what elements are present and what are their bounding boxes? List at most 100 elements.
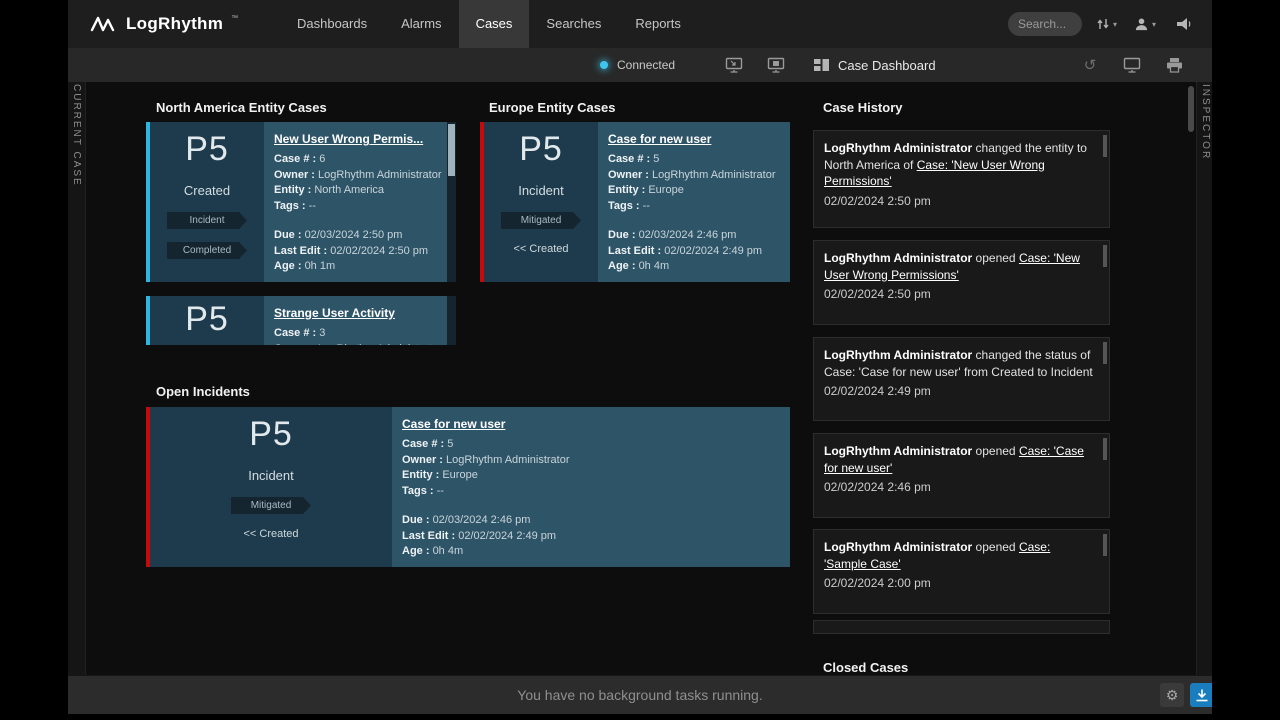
card-scrollbar-thumb[interactable] bbox=[448, 124, 455, 176]
logrhythm-logo: LogRhythm ™ bbox=[90, 0, 238, 48]
field-entity: Entity : Europe bbox=[402, 468, 780, 484]
monitor-arrow-icon[interactable] bbox=[724, 56, 744, 74]
field-label: Owner : bbox=[274, 343, 315, 346]
field-value: 6 bbox=[319, 153, 325, 165]
case-card-case-for-new-user[interactable]: P5 Incident Mitigated << Created Case fo… bbox=[480, 122, 790, 282]
current-case-rail: ▶ CURRENT CASE bbox=[68, 48, 86, 675]
case-history-entry: LogRhythm Administrator changed the stat… bbox=[813, 337, 1110, 421]
inspector-rail: ◀ INSPECTOR bbox=[1196, 48, 1212, 675]
undo-button[interactable]: ↺ bbox=[1080, 56, 1100, 74]
entry-scrollbar-thumb[interactable] bbox=[1103, 342, 1107, 364]
field-value: -- bbox=[643, 200, 650, 212]
field-label: Entity : bbox=[608, 184, 645, 196]
section-heading-north-america: North America Entity Cases bbox=[156, 100, 327, 115]
entry-scrollbar-thumb[interactable] bbox=[1103, 245, 1107, 267]
field-age: Age : 0h 1m bbox=[274, 259, 437, 275]
entry-scrollbar-thumb[interactable] bbox=[1103, 534, 1107, 556]
field-label: Owner : bbox=[608, 169, 649, 181]
field-value: 02/03/2024 2:46 pm bbox=[639, 229, 737, 241]
entry-scrollbar-thumb[interactable] bbox=[1103, 438, 1107, 460]
field-tags: Tags : -- bbox=[274, 199, 437, 215]
chevron-down-icon: ▾ bbox=[1113, 20, 1117, 29]
inspector-tab[interactable]: INSPECTOR bbox=[1200, 84, 1211, 160]
status-button-completed[interactable]: Completed bbox=[167, 242, 247, 259]
download-button[interactable] bbox=[1190, 683, 1212, 707]
field-value: LogRhythm Administrator bbox=[318, 343, 442, 346]
user-menu-button[interactable]: ▾ bbox=[1134, 12, 1156, 36]
nav-item-dashboards[interactable]: Dashboards bbox=[280, 0, 384, 48]
chevron-down-icon: ▾ bbox=[1152, 20, 1156, 29]
field-value: 02/02/2024 2:49 pm bbox=[664, 245, 762, 257]
megaphone-icon bbox=[1174, 17, 1191, 32]
field-age: Age : 0h 4m bbox=[608, 259, 780, 275]
field-label: Last Edit : bbox=[402, 530, 455, 542]
main-nav-menu: Dashboards Alarms Cases Searches Reports bbox=[280, 0, 698, 48]
field-value: -- bbox=[309, 200, 316, 212]
search-input[interactable] bbox=[1008, 12, 1082, 36]
back-to-created-link[interactable]: << Created bbox=[513, 243, 568, 255]
field-value: Europe bbox=[442, 469, 477, 481]
field-label: Owner : bbox=[402, 454, 443, 466]
field-value: 02/03/2024 2:46 pm bbox=[433, 514, 531, 526]
case-title-link[interactable]: Case for new user bbox=[608, 132, 711, 146]
field-case-number: Case # : 6 bbox=[274, 152, 437, 168]
back-to-created-link[interactable]: << Created bbox=[243, 528, 298, 540]
current-case-tab[interactable]: CURRENT CASE bbox=[71, 84, 82, 187]
history-action-text: opened bbox=[972, 251, 1019, 265]
view-title-label: Case Dashboard bbox=[838, 58, 936, 73]
field-label: Owner : bbox=[274, 169, 315, 181]
status-button-mitigated[interactable]: Mitigated bbox=[501, 212, 581, 229]
history-entry-text: LogRhythm Administrator changed the enti… bbox=[824, 140, 1095, 190]
case-history-entry: LogRhythm Administrator opened Case: 'Sa… bbox=[813, 529, 1110, 614]
field-value: 0h 1m bbox=[305, 260, 336, 272]
field-case-number: Case # : 5 bbox=[402, 437, 780, 453]
case-title-link[interactable]: New User Wrong Permis... bbox=[274, 132, 423, 146]
print-button[interactable] bbox=[1164, 56, 1184, 74]
monitor-button[interactable] bbox=[1122, 56, 1142, 74]
settings-button[interactable]: ⚙ bbox=[1160, 683, 1184, 707]
field-label: Due : bbox=[274, 229, 302, 241]
status-button-mitigated[interactable]: Mitigated bbox=[231, 497, 311, 514]
case-card-strange-user-activity[interactable]: P5 Strange User Activity Case # : 3 Owne… bbox=[146, 296, 456, 345]
announcements-button[interactable] bbox=[1174, 12, 1191, 36]
app-window: LogRhythm ™ Dashboards Alarms Cases Sear… bbox=[68, 0, 1212, 714]
case-priority: P5 bbox=[249, 415, 293, 454]
field-label: Tags : bbox=[402, 485, 434, 497]
history-actor: LogRhythm Administrator bbox=[824, 348, 972, 362]
case-history-entry: LogRhythm Administrator opened Case: 'Ne… bbox=[813, 240, 1110, 325]
main-scrollbar-thumb[interactable] bbox=[1188, 86, 1194, 132]
field-label: Last Edit : bbox=[608, 245, 661, 257]
field-value: LogRhythm Administrator bbox=[318, 169, 442, 181]
field-value: 0h 4m bbox=[639, 260, 670, 272]
field-value: 3 bbox=[319, 327, 325, 339]
field-age: Age : 0h 4m bbox=[402, 544, 780, 560]
case-title-link[interactable]: Strange User Activity bbox=[274, 306, 395, 320]
field-label: Age : bbox=[274, 260, 302, 272]
nav-item-reports[interactable]: Reports bbox=[618, 0, 698, 48]
view-selector[interactable]: Case Dashboard bbox=[813, 48, 936, 82]
field-owner: Owner : LogRhythm Administrator bbox=[274, 168, 437, 184]
field-value: Europe bbox=[648, 184, 683, 196]
field-value: 02/02/2024 2:49 pm bbox=[458, 530, 556, 542]
monitor-save-icon[interactable] bbox=[766, 56, 786, 74]
case-card-new-user-wrong-permissions[interactable]: P5 Created Incident Completed New User W… bbox=[146, 122, 456, 282]
undo-icon: ↺ bbox=[1084, 56, 1097, 74]
nav-item-searches[interactable]: Searches bbox=[529, 0, 618, 48]
card-scrollbar[interactable] bbox=[447, 296, 456, 345]
nav-item-cases[interactable]: Cases bbox=[459, 0, 530, 48]
sort-options-button[interactable]: ▾ bbox=[1096, 12, 1117, 36]
status-bar: You have no background tasks running. ⚙ bbox=[68, 675, 1212, 714]
trademark-symbol: ™ bbox=[231, 15, 238, 22]
status-button-incident[interactable]: Incident bbox=[167, 212, 247, 229]
field-case-number: Case # : 3 bbox=[274, 326, 437, 342]
entry-scrollbar-thumb[interactable] bbox=[1103, 135, 1107, 157]
nav-item-alarms[interactable]: Alarms bbox=[384, 0, 458, 48]
card-scrollbar[interactable] bbox=[447, 122, 456, 282]
case-title-link[interactable]: Case for new user bbox=[402, 417, 505, 431]
field-label: Entity : bbox=[274, 184, 311, 196]
history-entry-time: 02/02/2024 2:50 pm bbox=[824, 194, 1095, 208]
field-owner: Owner : LogRhythm Administrator bbox=[274, 342, 437, 346]
background-tasks-message: You have no background tasks running. bbox=[68, 676, 1212, 714]
field-tags: Tags : -- bbox=[608, 199, 780, 215]
open-incident-card-case-for-new-user[interactable]: P5 Incident Mitigated << Created Case fo… bbox=[146, 407, 790, 567]
